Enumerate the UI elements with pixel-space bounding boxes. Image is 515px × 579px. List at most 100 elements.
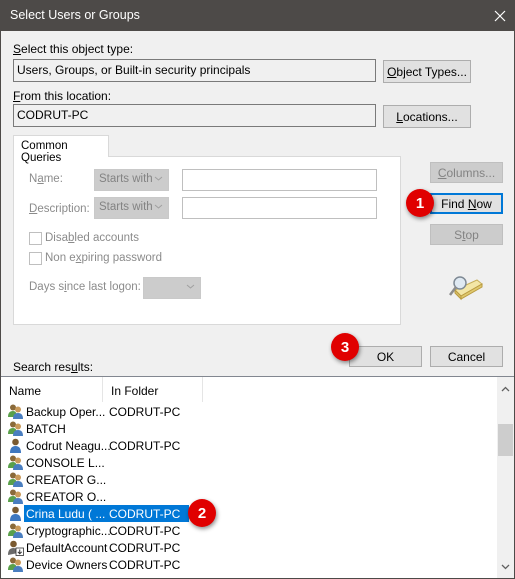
window-title: Select Users or Groups xyxy=(10,8,140,22)
result-name: CREATOR O... xyxy=(26,490,107,504)
result-folder: CODRUT-PC xyxy=(109,405,181,419)
object-types-label: bject Types... xyxy=(396,64,467,79)
result-name: BATCH xyxy=(26,422,66,436)
disabled-accounts-label: Disabled accounts xyxy=(45,232,139,244)
step-badge-1: 1 xyxy=(406,189,434,217)
chevron-up-icon xyxy=(501,386,510,391)
nonexp-label-a: Non e xyxy=(45,252,76,264)
find-now-button[interactable]: Find Now xyxy=(430,193,503,214)
columns-mnemonic: C xyxy=(437,165,447,180)
object-types-button[interactable]: Object Types... xyxy=(383,60,471,83)
step-badge-2: 2 xyxy=(188,499,216,527)
chevron-down-icon xyxy=(154,174,163,186)
result-row[interactable]: DefaultAccount CODRUT-PC xyxy=(1,539,496,556)
results-label-a: Search res xyxy=(13,360,72,374)
group-icon xyxy=(7,420,24,437)
chevron-down-icon xyxy=(186,282,195,294)
result-folder: CODRUT-PC xyxy=(109,507,181,521)
description-mode-value: Starts with xyxy=(99,201,153,213)
common-queries-panel: Name: Starts with Description: Starts wi… xyxy=(13,156,401,325)
result-name: Crina Ludu ( ... xyxy=(26,507,106,521)
result-row[interactable]: Device Owners CODRUT-PC xyxy=(1,556,496,573)
stop-button[interactable]: St op xyxy=(430,224,503,245)
location-label-text: rom this location: xyxy=(20,89,112,103)
days-since-logon-label: Days since last logon: xyxy=(29,281,141,293)
result-name: CONSOLE L... xyxy=(26,456,105,470)
find-now-mnemonic: N xyxy=(467,196,477,211)
column-header-name[interactable]: Name xyxy=(1,377,103,402)
description-query-label: Description: xyxy=(29,203,90,215)
description-query-input[interactable] xyxy=(182,197,377,219)
object-type-field: Users, Groups, or Built-in security prin… xyxy=(13,59,376,82)
name-query-input[interactable] xyxy=(182,169,377,191)
result-folder: CODRUT-PC xyxy=(109,558,181,572)
result-row[interactable]: Cryptographic... CODRUT-PC xyxy=(1,522,496,539)
ok-button[interactable]: OK xyxy=(349,346,422,367)
chevron-down-icon xyxy=(501,564,510,569)
scroll-up-button[interactable] xyxy=(497,380,514,397)
locations-label: ocations... xyxy=(402,109,458,124)
search-folder-icon xyxy=(447,270,483,302)
non-expiring-password-label: Non expiring password xyxy=(45,252,162,264)
non-expiring-password-checkbox[interactable] xyxy=(29,252,42,265)
locations-button[interactable]: Locations... xyxy=(383,105,471,128)
description-label-text: escription: xyxy=(37,203,90,215)
tab-common-queries[interactable]: Common Queries xyxy=(13,135,109,164)
scrollbar-thumb[interactable] xyxy=(498,424,513,456)
step-badge-3: 3 xyxy=(331,333,359,361)
nonexp-label-b: piring password xyxy=(81,252,162,264)
result-row[interactable]: Crina Ludu ( ... CODRUT-PC xyxy=(1,505,496,522)
description-mode-select[interactable]: Starts with xyxy=(94,197,169,219)
stop-a: S xyxy=(454,227,463,242)
result-name: DefaultAccount xyxy=(26,541,108,555)
result-row[interactable]: CONSOLE L... xyxy=(1,454,496,471)
result-name: CREATOR G... xyxy=(26,473,107,487)
result-folder: CODRUT-PC xyxy=(109,524,181,538)
find-now-b: ow xyxy=(476,196,492,211)
search-results-label: Search results: xyxy=(13,360,93,374)
location-label: From this location: xyxy=(13,89,111,103)
group-icon xyxy=(7,471,24,488)
user-icon xyxy=(7,437,24,454)
days-since-logon-select[interactable] xyxy=(143,277,201,299)
columns-label: olumns... xyxy=(446,165,496,180)
result-name: Cryptographic... xyxy=(26,524,111,538)
group-icon xyxy=(7,454,24,471)
object-type-label-text: elect this object type: xyxy=(21,42,134,56)
locations-mnemonic: L xyxy=(396,109,403,124)
result-name: Device Owners xyxy=(26,558,108,572)
days-label-b: nce last logon: xyxy=(66,281,141,293)
result-row[interactable]: CREATOR G... xyxy=(1,471,496,488)
user-download-icon xyxy=(7,539,24,556)
results-label-b: lts: xyxy=(77,360,94,374)
result-folder: CODRUT-PC xyxy=(109,439,181,453)
cancel-button[interactable]: Cancel xyxy=(430,346,503,367)
disabled-label-a: Disa xyxy=(45,232,69,244)
disabled-accounts-checkbox[interactable] xyxy=(29,232,42,245)
result-row[interactable]: Backup Oper... CODRUT-PC xyxy=(1,403,496,420)
results-label-mnemonic: u xyxy=(71,360,78,374)
close-button[interactable] xyxy=(484,0,515,31)
result-name: Backup Oper... xyxy=(26,405,106,419)
result-folder: CODRUT-PC xyxy=(109,541,181,555)
scroll-down-button[interactable] xyxy=(497,558,514,575)
group-icon xyxy=(7,403,24,420)
result-row[interactable]: BATCH xyxy=(1,420,496,437)
search-results-list[interactable]: Name In Folder Backup Oper... CODRUT-PC BA… xyxy=(1,376,514,578)
disabled-label-b: led accounts xyxy=(74,232,139,244)
column-header-in-folder[interactable]: In Folder xyxy=(103,377,203,402)
title-bar: Select Users or Groups xyxy=(1,0,515,31)
vertical-scrollbar[interactable] xyxy=(497,377,514,578)
object-type-label-mnemonic: S xyxy=(13,42,22,56)
columns-button[interactable]: Columns... xyxy=(430,162,503,183)
chevron-down-icon xyxy=(154,202,163,214)
result-row[interactable]: Codrut Neagu... CODRUT-PC xyxy=(1,437,496,454)
result-name: Codrut Neagu... xyxy=(26,439,111,453)
result-row[interactable]: CREATOR O... xyxy=(1,488,496,505)
name-mode-select[interactable]: Starts with xyxy=(94,169,169,191)
object-types-mnemonic: O xyxy=(387,64,397,79)
user-icon xyxy=(7,505,24,522)
results-header: Name In Folder xyxy=(1,377,496,402)
group-icon xyxy=(7,488,24,505)
name-query-label: Name: xyxy=(29,173,63,185)
